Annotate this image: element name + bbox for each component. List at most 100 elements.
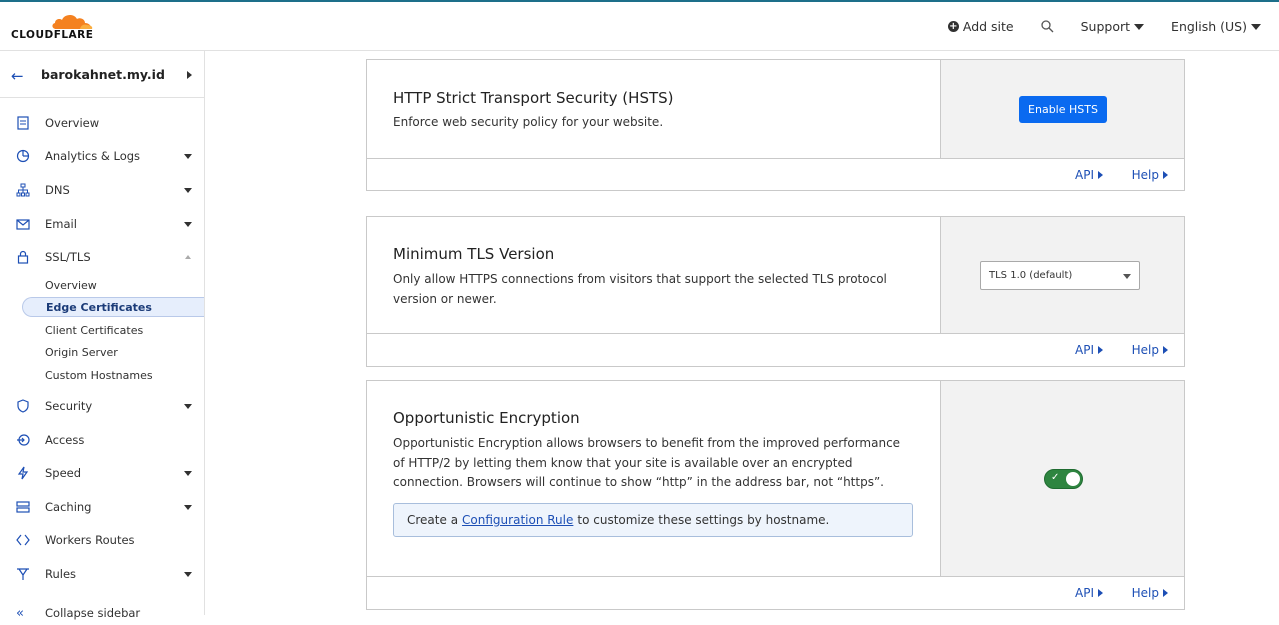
double-chevron-left-icon: « xyxy=(16,606,24,621)
sidebar-item-analytics[interactable]: Analytics & Logs xyxy=(0,144,204,168)
sidebar-item-label: Workers Routes xyxy=(45,533,135,547)
opportunistic-encryption-card: Opportunistic Encryption Opportunistic E… xyxy=(366,380,1185,610)
cloudflare-logo[interactable]: CLOUDFLARE xyxy=(10,10,100,44)
api-link[interactable]: API xyxy=(1075,586,1103,600)
sub-item-label: Client Certificates xyxy=(45,323,144,337)
sidebar-item-speed[interactable]: Speed xyxy=(0,461,204,485)
api-link[interactable]: API xyxy=(1075,343,1103,357)
zone-selector[interactable]: ← barokahnet.my.id xyxy=(0,51,204,98)
configuration-rule-link[interactable]: Configuration Rule xyxy=(462,513,573,527)
sidebar-item-dns[interactable]: DNS xyxy=(0,178,204,202)
sidebar-item-security[interactable]: Security xyxy=(0,394,204,418)
shield-icon xyxy=(17,399,29,413)
plus-icon: + xyxy=(947,21,959,32)
card-control-panel: TLS 1.0 (default) xyxy=(940,217,1184,334)
card-body: Opportunistic Encryption Opportunistic E… xyxy=(367,381,940,577)
api-label: API xyxy=(1075,586,1094,600)
sub-item-label: Edge Certificates xyxy=(46,300,152,314)
info-suffix: to customize these settings by hostname. xyxy=(577,513,830,527)
search-icon xyxy=(1040,20,1054,33)
card-title: HTTP Strict Transport Security (HSTS) xyxy=(393,89,674,107)
sidebar-item-access[interactable]: Access xyxy=(0,428,204,452)
card-body: HTTP Strict Transport Security (HSTS) En… xyxy=(367,60,940,159)
card-description: Enforce web security policy for your web… xyxy=(393,115,664,129)
collapse-sidebar-button[interactable]: « Collapse sidebar xyxy=(0,601,204,625)
caret-right-icon xyxy=(1098,346,1103,354)
caret-right-icon xyxy=(1163,589,1168,597)
card-description: Only allow HTTPS connections from visito… xyxy=(393,272,887,306)
back-arrow-icon[interactable]: ← xyxy=(11,67,24,85)
check-icon: ✓ xyxy=(1051,472,1060,483)
tls-version-select[interactable]: TLS 1.0 (default) xyxy=(980,261,1140,290)
card-title: Minimum TLS Version xyxy=(393,245,555,263)
search-button[interactable] xyxy=(1040,20,1054,33)
sidebar-sub-edge-certificates[interactable]: Edge Certificates xyxy=(22,297,204,317)
chevron-down-icon xyxy=(1251,23,1261,30)
chevron-down-icon xyxy=(184,187,192,193)
sidebar-sub-overview[interactable]: Overview xyxy=(22,275,204,295)
language-menu[interactable]: English (US) xyxy=(1171,19,1261,34)
add-site-button[interactable]: + Add site xyxy=(947,19,1014,34)
add-site-label: Add site xyxy=(962,19,1014,34)
chevron-up-icon xyxy=(185,255,191,259)
sidebar-item-label: DNS xyxy=(45,183,70,197)
network-icon xyxy=(16,183,30,197)
access-icon xyxy=(17,434,30,446)
chevron-down-icon xyxy=(184,504,192,510)
sidebar-item-label: Analytics & Logs xyxy=(45,149,141,163)
chevron-down-icon xyxy=(184,470,192,476)
sidebar-item-label: Caching xyxy=(45,500,92,514)
workers-icon xyxy=(16,534,30,546)
chevron-down-icon xyxy=(184,571,192,577)
card-title: Opportunistic Encryption xyxy=(393,409,580,427)
sidebar-sub-custom-hostnames[interactable]: Custom Hostnames xyxy=(22,365,204,385)
sidebar-sub-origin-server[interactable]: Origin Server xyxy=(22,342,204,362)
card-footer: API Help xyxy=(367,334,1184,366)
document-icon xyxy=(17,116,29,130)
sidebar: ← barokahnet.my.id Overview Analytics & … xyxy=(0,51,205,621)
card-footer: API Help xyxy=(367,577,1184,609)
help-label: Help xyxy=(1131,343,1159,357)
api-link[interactable]: API xyxy=(1075,168,1103,182)
sidebar-item-label: SSL/TLS xyxy=(45,250,91,264)
sidebar-item-label: Security xyxy=(45,399,93,413)
sidebar-item-overview[interactable]: Overview xyxy=(0,111,204,135)
server-icon xyxy=(16,501,30,513)
help-link[interactable]: Help xyxy=(1132,168,1168,182)
help-link[interactable]: Help xyxy=(1132,586,1168,600)
toggle-knob xyxy=(1066,472,1080,486)
lightning-icon xyxy=(17,466,29,480)
sidebar-sub-client-certificates[interactable]: Client Certificates xyxy=(22,320,204,340)
sidebar-item-label: Email xyxy=(45,217,77,231)
card-footer: API Help xyxy=(367,159,1184,191)
collapse-label: Collapse sidebar xyxy=(45,606,141,620)
sub-item-label: Overview xyxy=(45,278,97,292)
lock-icon xyxy=(17,250,29,264)
opportunistic-encryption-toggle[interactable]: ✓ xyxy=(1044,469,1083,489)
sidebar-item-label: Overview xyxy=(45,116,100,130)
zone-name: barokahnet.my.id xyxy=(41,67,165,82)
caret-right-icon xyxy=(1098,589,1103,597)
api-label: API xyxy=(1075,168,1094,182)
caret-right-icon xyxy=(1163,346,1168,354)
rules-icon xyxy=(17,568,29,580)
sidebar-item-rules[interactable]: Rules xyxy=(0,562,204,586)
help-label: Help xyxy=(1131,168,1159,182)
card-description: Opportunistic Encryption allows browsers… xyxy=(393,436,901,489)
sidebar-item-workers-routes[interactable]: Workers Routes xyxy=(0,528,204,552)
select-value: TLS 1.0 (default) xyxy=(989,270,1073,281)
min-tls-card: Minimum TLS Version Only allow HTTPS con… xyxy=(366,216,1185,367)
email-icon xyxy=(16,219,30,230)
sidebar-item-caching[interactable]: Caching xyxy=(0,495,204,519)
support-menu[interactable]: Support xyxy=(1081,19,1145,34)
sidebar-item-label: Speed xyxy=(45,466,82,480)
sidebar-item-email[interactable]: Email xyxy=(0,212,204,236)
info-prefix: Create a xyxy=(407,513,459,527)
sidebar-item-ssl-tls[interactable]: SSL/TLS xyxy=(0,245,204,269)
enable-hsts-button[interactable]: Enable HSTS xyxy=(1019,96,1107,123)
top-actions: + Add site Support English (US) xyxy=(921,2,1261,51)
sub-item-label: Origin Server xyxy=(45,345,118,359)
api-label: API xyxy=(1075,343,1094,357)
help-link[interactable]: Help xyxy=(1132,343,1168,357)
language-label: English (US) xyxy=(1171,19,1247,34)
